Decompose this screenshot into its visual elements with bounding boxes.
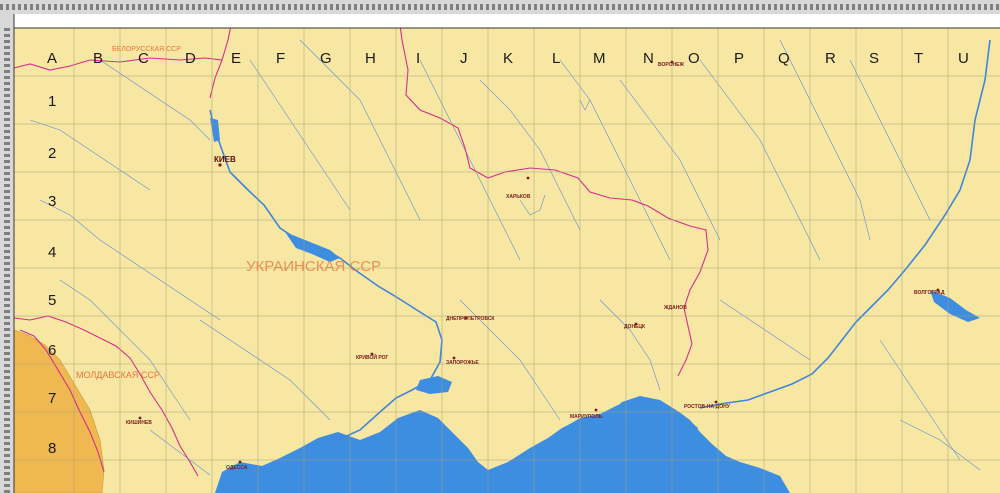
city-dnepropetrovsk[interactable]: ДНЕПРОПЕТРОВСК bbox=[446, 316, 495, 322]
region-belarus-label: БЕЛОРУССКАЯ ССР bbox=[112, 46, 181, 53]
region-moldova-label: МОЛДАВСКАЯ ССР bbox=[76, 370, 160, 380]
col-label-t: T bbox=[914, 50, 923, 67]
row-label-8: 8 bbox=[48, 440, 56, 457]
city-donetsk[interactable]: ДОНЕЦК bbox=[624, 324, 646, 330]
city-zhdanov[interactable]: ЖДАНОВ bbox=[663, 305, 687, 311]
row-label-1: 1 bbox=[48, 93, 56, 110]
region-ukraine-label: УКРАИНСКАЯ ССР bbox=[246, 258, 381, 275]
city-krivoy-rog[interactable]: КРИВОЙ РОГ bbox=[356, 353, 388, 361]
city-mariupol[interactable]: МАРИУПОЛЬ bbox=[570, 414, 603, 420]
col-label-d: D bbox=[185, 50, 196, 67]
city-volgograd[interactable]: ВОЛГОГРАД bbox=[914, 290, 945, 296]
col-label-i: I bbox=[416, 50, 420, 67]
row-label-5: 5 bbox=[48, 292, 56, 309]
city-kishinev[interactable]: КИШИНЕВ bbox=[126, 420, 152, 426]
city-rostov[interactable]: РОСТОВ-НА-ДОНУ bbox=[684, 404, 731, 410]
city-zaporozhye[interactable]: ЗАПОРОЖЬЕ bbox=[446, 360, 479, 366]
row-label-3: 3 bbox=[48, 193, 56, 210]
col-label-n: N bbox=[643, 50, 654, 67]
col-label-e: E bbox=[231, 50, 241, 67]
city-voronezh[interactable]: ВОРОНЕЖ bbox=[658, 62, 684, 68]
col-label-u: U bbox=[958, 50, 969, 67]
row-label-2: 2 bbox=[48, 145, 56, 162]
col-label-j: J bbox=[460, 50, 468, 67]
col-label-g: G bbox=[320, 50, 332, 67]
col-label-q: Q bbox=[778, 50, 790, 67]
row-label-4: 4 bbox=[48, 244, 56, 261]
city-kiev[interactable]: КИЕВ bbox=[214, 155, 236, 164]
col-label-b: B bbox=[93, 50, 103, 67]
col-label-s: S bbox=[869, 50, 879, 67]
col-label-k: K bbox=[503, 50, 513, 67]
col-label-h: H bbox=[365, 50, 376, 67]
city-kharkov[interactable]: ХАРЬКОВ bbox=[506, 194, 531, 200]
row-label-6: 6 bbox=[48, 342, 56, 359]
city-odessa[interactable]: ОДЕССА bbox=[226, 465, 248, 471]
col-label-a: A bbox=[47, 50, 57, 67]
map-canvas[interactable]: A B C D E F G H I J K L M N O P Q R S T … bbox=[0, 0, 1000, 493]
row-label-7: 7 bbox=[48, 390, 56, 407]
col-label-f: F bbox=[276, 50, 285, 67]
col-label-r: R bbox=[825, 50, 836, 67]
column-labels: A B C D E F G H I J K L M N O P Q R S T … bbox=[47, 50, 969, 67]
col-label-l: L bbox=[552, 50, 560, 67]
col-label-o: O bbox=[688, 50, 700, 67]
col-label-m: M bbox=[593, 50, 606, 67]
col-label-p: P bbox=[734, 50, 744, 67]
